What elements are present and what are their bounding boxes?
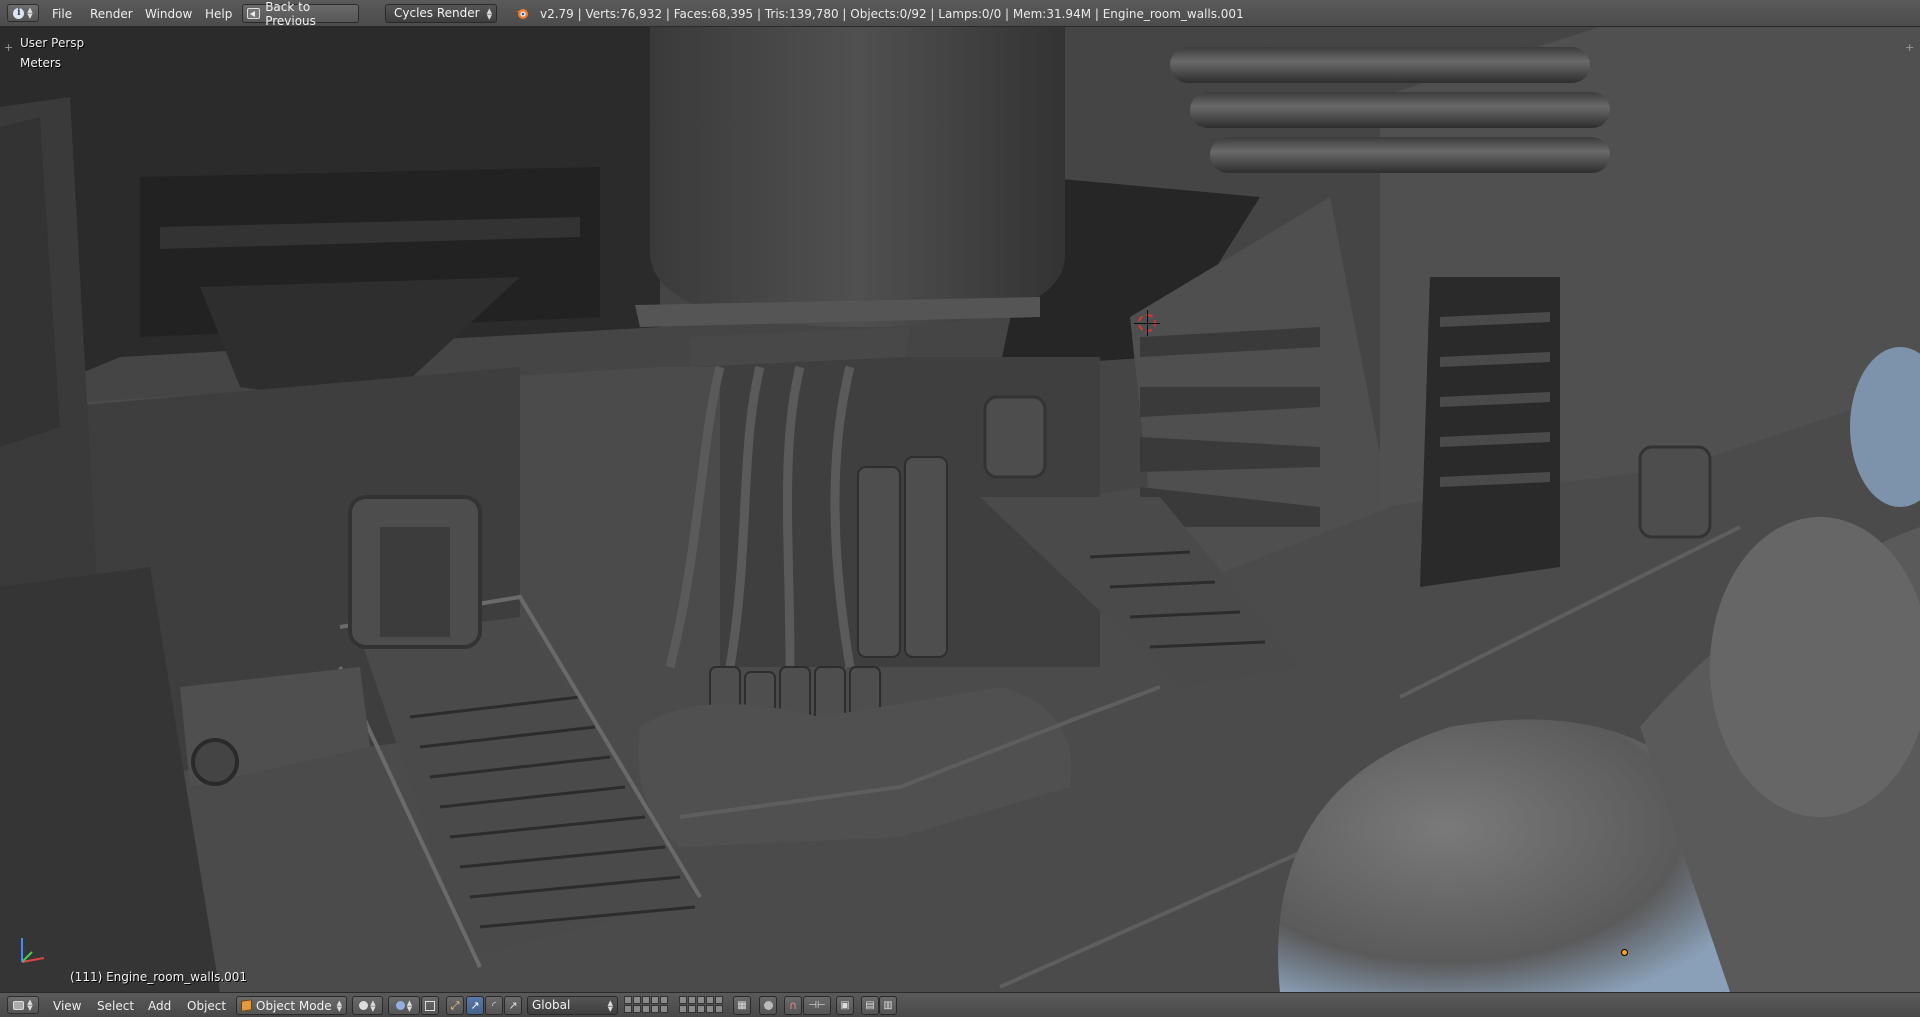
rotate-manipulator-button[interactable]: ◜ xyxy=(485,996,503,1015)
axis-gizmo-icon xyxy=(21,938,45,963)
magnet-icon: ∩ xyxy=(788,999,798,1012)
menu-object[interactable]: Object xyxy=(187,998,226,1014)
editor-type-button[interactable]: i ▲ ▼ xyxy=(7,4,39,22)
updown-arrows-icon: ▲ ▼ xyxy=(370,998,376,1013)
transform-orientation-select[interactable]: Global ▲ ▼ xyxy=(527,996,618,1015)
opengl-render-button[interactable]: ▤ xyxy=(861,996,879,1015)
lock-scene-layers-button[interactable]: ▦ xyxy=(733,996,751,1015)
menu-file[interactable]: File xyxy=(52,6,72,22)
manipulator-icon: ⤢ xyxy=(450,998,460,1012)
scene-stats: v2.79 | Verts:76,932 | Faces:68,395 | Tr… xyxy=(540,7,1244,21)
manipulator-toggle-button[interactable]: ⤢ xyxy=(446,996,464,1015)
object-mode-icon xyxy=(241,999,252,1012)
pivot-point-button[interactable]: ▲ ▼ xyxy=(388,996,420,1015)
proportional-editing-button[interactable] xyxy=(759,996,777,1015)
viewport-shading-button[interactable]: ▲ ▼ xyxy=(352,996,383,1015)
scale-icon: ↗ xyxy=(508,999,518,1012)
3d-cursor-icon xyxy=(1134,310,1160,336)
engine-room-scene[interactable] xyxy=(0,27,1920,992)
menu-render[interactable]: Render xyxy=(90,6,133,22)
units-label: Meters xyxy=(20,56,62,70)
updown-arrows-icon: ▲ ▼ xyxy=(406,998,413,1013)
3d-view-icon xyxy=(13,1000,25,1010)
pivot-icon xyxy=(395,1001,405,1010)
blender-logo-icon xyxy=(516,9,528,19)
rotate-icon: ◜ xyxy=(491,999,497,1012)
translate-manipulator-button[interactable]: ↗ xyxy=(466,996,484,1015)
snap-toggle-button[interactable]: ∩ xyxy=(784,996,802,1015)
region-toggle-right-icon[interactable]: + xyxy=(1905,41,1914,54)
region-toggle-left-icon[interactable]: + xyxy=(4,41,13,54)
dropdown-arrows-icon: ▲ ▼ xyxy=(607,999,613,1013)
menu-help[interactable]: Help xyxy=(205,6,232,22)
solid-shading-icon xyxy=(359,1001,369,1010)
limit-selection-icon xyxy=(425,1000,435,1011)
back-to-previous-button[interactable]: Back to Previous xyxy=(242,0,359,28)
object-origin-icon xyxy=(1621,949,1628,956)
active-object-label: (111) Engine_room_walls.001 xyxy=(70,970,248,984)
render-engine-value: Cycles Render xyxy=(394,6,480,20)
limit-selection-button[interactable] xyxy=(421,996,439,1015)
interaction-mode-value: Object Mode xyxy=(256,998,332,1013)
render-animation-icon: ▥ xyxy=(883,1000,893,1011)
3d-viewport[interactable]: User Persp Meters + + (111) Engine_room_… xyxy=(0,27,1920,992)
snap-increment-icon: ⊣⊢ xyxy=(808,1000,826,1011)
info-header: i ▲ ▼ File Render Window Help Back to Pre… xyxy=(0,0,1920,28)
view-name-label: User Persp xyxy=(20,36,85,50)
layers-icon: ▦ xyxy=(737,1000,747,1011)
render-engine-select[interactable]: Cycles Render ▲ ▼ xyxy=(385,4,497,23)
dropdown-arrows-icon: ▲ ▼ xyxy=(336,999,342,1013)
menu-select[interactable]: Select xyxy=(97,998,134,1014)
opengl-animation-button[interactable]: ▥ xyxy=(879,996,897,1015)
dropdown-arrows-icon: ▲ ▼ xyxy=(486,7,492,21)
snap-element-button[interactable]: ⊣⊢ xyxy=(803,996,831,1015)
layer-buttons-group-2[interactable] xyxy=(679,996,723,1013)
interaction-mode-select[interactable]: Object Mode ▲ ▼ xyxy=(236,996,347,1015)
scale-manipulator-button[interactable]: ↗ xyxy=(504,996,522,1015)
back-screen-icon xyxy=(247,8,261,19)
3d-view-header: ▲ ▼ View Select Add Object Object Mode ▲ ▼… xyxy=(0,992,1920,1017)
updown-arrows-icon: ▲ ▼ xyxy=(27,6,33,20)
editor-type-3dview-button[interactable]: ▲ ▼ xyxy=(7,996,39,1014)
proportional-edit-icon xyxy=(763,1001,773,1010)
menu-add[interactable]: Add xyxy=(148,998,171,1014)
updown-arrows-icon: ▲ ▼ xyxy=(27,998,33,1012)
snap-target-button[interactable]: ▣ xyxy=(836,996,854,1015)
menu-view[interactable]: View xyxy=(53,998,81,1014)
layer-buttons-group-1[interactable] xyxy=(624,996,668,1013)
back-to-previous-label: Back to Previous xyxy=(265,0,316,28)
info-icon: i xyxy=(13,7,25,19)
translate-icon: ↗ xyxy=(470,999,480,1012)
snap-target-icon: ▣ xyxy=(840,1000,850,1011)
transform-orientation-value: Global xyxy=(532,998,571,1012)
menu-window[interactable]: Window xyxy=(145,6,192,22)
render-still-icon: ▤ xyxy=(865,1000,875,1011)
